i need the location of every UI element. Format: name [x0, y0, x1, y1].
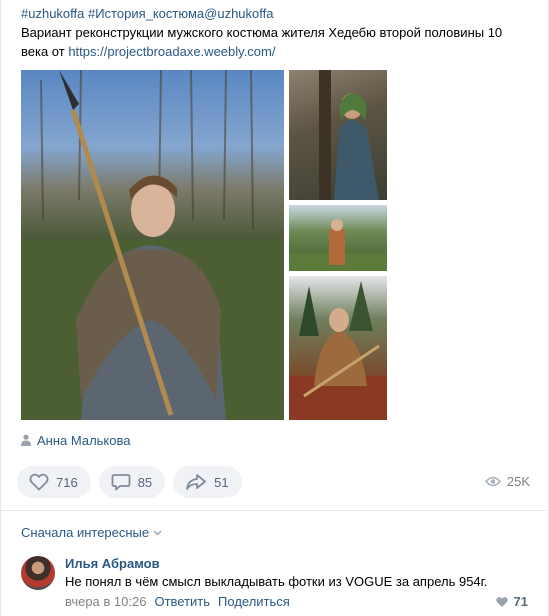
- comment-time[interactable]: вчера в 10:26: [65, 594, 146, 609]
- person-icon: [21, 434, 31, 446]
- post-link[interactable]: https://projectbroadaxe.weebly.com/: [68, 44, 275, 59]
- share-comment-button[interactable]: Поделиться: [218, 594, 290, 609]
- chevron-down-icon: [153, 530, 162, 535]
- views-counter: 25K: [484, 474, 530, 489]
- photo-thumb-2-illustration: [289, 219, 387, 271]
- divider: [1, 510, 548, 511]
- photo-thumb-1[interactable]: [289, 70, 387, 200]
- photo-thumb-3[interactable]: [289, 276, 387, 420]
- comment-count: 85: [137, 474, 153, 490]
- photo-thumb-3-illustration: [289, 281, 387, 420]
- comment-text: Не понял в чём смысл выкладывать фотки и…: [65, 574, 488, 589]
- photo-thumb-2[interactable]: [289, 205, 387, 271]
- like-button[interactable]: 716: [17, 466, 91, 498]
- share-icon: [186, 474, 207, 490]
- comment-like-button[interactable]: 71: [495, 594, 528, 609]
- comments-sort-dropdown[interactable]: Сначала интересные: [21, 525, 162, 540]
- heart-icon: [495, 596, 508, 607]
- post-card: #uzhukoffa #История_костюма@uzhukoffa Ва…: [0, 0, 549, 616]
- avatar[interactable]: [21, 556, 55, 590]
- like-count: 716: [56, 474, 78, 490]
- eye-icon: [484, 476, 501, 487]
- comment-author[interactable]: Илья Абрамов: [65, 556, 160, 571]
- comment-button[interactable]: 85: [98, 466, 166, 498]
- comment-meta: вчера в 10:26 Ответить Поделиться: [65, 594, 290, 609]
- photo-thumb-1-illustration: [319, 70, 379, 200]
- share-button[interactable]: 51: [173, 466, 242, 498]
- post-text: #uzhukoffa #История_костюма@uzhukoffa Ва…: [21, 4, 531, 61]
- photo-author-name: Анна Малькова: [37, 432, 131, 448]
- comment-like-count: 71: [513, 594, 528, 609]
- post-actions: 716 85 51: [17, 466, 250, 498]
- comment-icon: [111, 474, 131, 491]
- heart-icon: [29, 473, 49, 491]
- share-count: 51: [214, 474, 229, 490]
- reply-button[interactable]: Ответить: [154, 594, 210, 609]
- views-count: 25K: [506, 474, 530, 489]
- post-body: Вариант реконструкции мужского костюма ж…: [21, 23, 531, 61]
- photo-author[interactable]: Анна Малькова: [21, 432, 131, 448]
- photo-main[interactable]: [21, 70, 284, 420]
- photo-main-illustration: [21, 70, 284, 420]
- post-hashtags[interactable]: #uzhukoffa #История_костюма@uzhukoffa: [21, 4, 531, 23]
- comments-sort-label: Сначала интересные: [21, 525, 150, 540]
